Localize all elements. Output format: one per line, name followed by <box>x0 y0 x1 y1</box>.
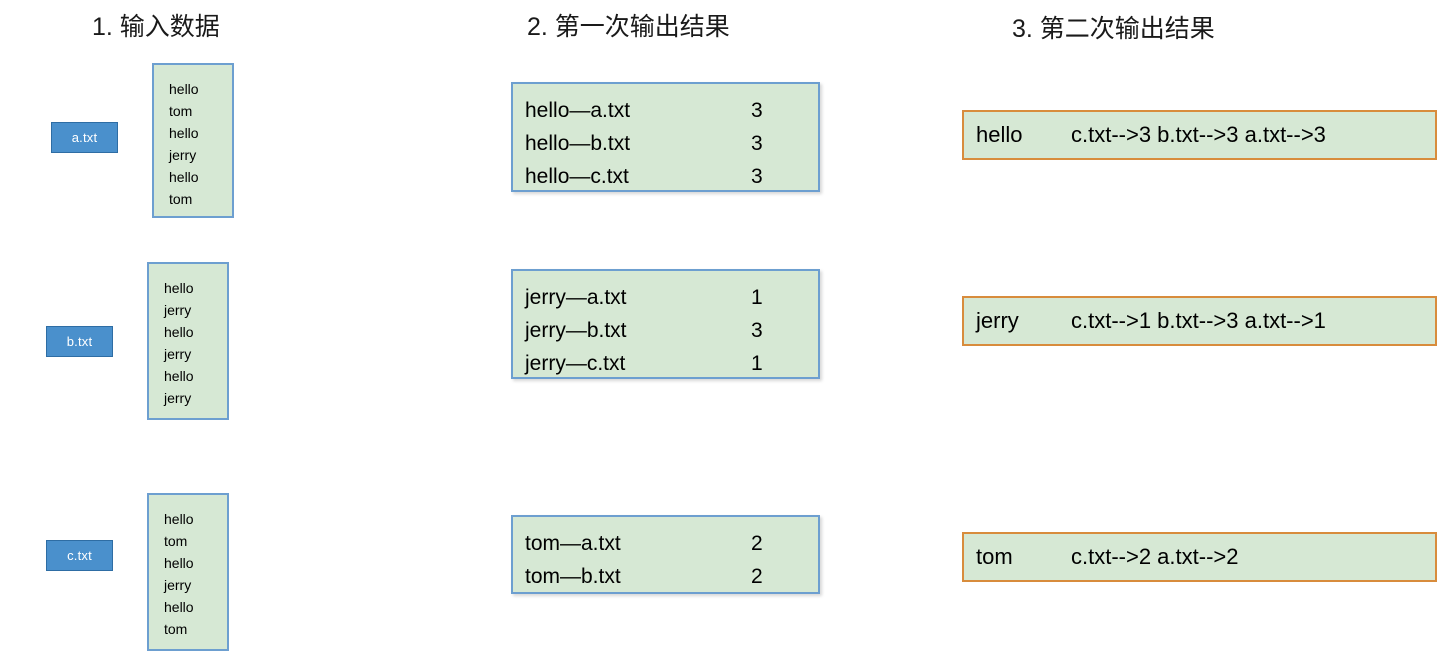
input-line: jerry <box>164 390 192 406</box>
first-output-group-jerry: jerry—a.txt 1 jerry—b.txt 3 jerry—c.txt … <box>511 269 820 379</box>
input-line: hello <box>169 81 199 97</box>
first-output-count: 3 <box>751 99 763 122</box>
second-output-word: jerry <box>976 308 1019 333</box>
input-line: tom <box>164 621 188 637</box>
first-output-key: tom—b.txt <box>525 565 621 588</box>
first-output-group-tom: tom—a.txt 2 tom—b.txt 2 <box>511 515 820 594</box>
column-title-input: 1. 输入数据 <box>92 13 220 41</box>
input-line: jerry <box>164 302 192 318</box>
first-output-key: jerry—a.txt <box>525 286 627 309</box>
input-line: hello <box>164 324 194 340</box>
input-line: hello <box>164 280 194 296</box>
second-output-word: hello <box>976 122 1023 147</box>
first-output-row: jerry—b.txt 3 <box>525 314 818 347</box>
second-output-detail: c.txt-->3 b.txt-->3 a.txt-->3 <box>1071 122 1326 147</box>
second-output-row-jerry: jerry c.txt-->1 b.txt-->3 a.txt-->1 <box>962 296 1437 346</box>
first-output-row: hello—a.txt 3 <box>525 94 818 127</box>
input-line: jerry <box>164 577 192 593</box>
first-output-key: hello—c.txt <box>525 165 629 188</box>
file-badge-a: a.txt <box>51 122 118 153</box>
first-output-row: jerry—c.txt 1 <box>525 347 818 380</box>
first-output-row: hello—b.txt 3 <box>525 127 818 160</box>
input-line: hello <box>164 555 194 571</box>
first-output-key: hello—b.txt <box>525 132 631 155</box>
first-output-count: 1 <box>751 286 763 309</box>
first-output-row: hello—c.txt 3 <box>525 160 818 193</box>
first-output-count: 3 <box>751 132 763 155</box>
first-output-count: 3 <box>751 165 763 188</box>
second-output-row-hello: hello c.txt-->3 b.txt-->3 a.txt-->3 <box>962 110 1437 160</box>
second-output-row-tom: tom c.txt-->2 a.txt-->2 <box>962 532 1437 582</box>
first-output-row: tom—b.txt 2 <box>525 560 818 593</box>
file-badge-b: b.txt <box>46 326 113 357</box>
first-output-row: tom—a.txt 2 <box>525 527 818 560</box>
first-output-key: tom—a.txt <box>525 532 621 555</box>
column-title-second-output: 3. 第二次输出结果 <box>1012 15 1215 43</box>
first-output-key: jerry—b.txt <box>525 319 627 342</box>
input-line: hello <box>164 368 194 384</box>
diagram-canvas: 1. 输入数据 2. 第一次输出结果 3. 第二次输出结果 a.txt b.tx… <box>0 0 1455 664</box>
input-line: tom <box>164 533 188 549</box>
input-line: hello <box>169 169 199 185</box>
first-output-count: 2 <box>751 565 763 588</box>
first-output-key: hello—a.txt <box>525 99 631 122</box>
first-output-count: 1 <box>751 352 763 375</box>
input-file-content-a: hello tom hello jerry hello tom <box>152 63 234 218</box>
input-line: jerry <box>164 346 192 362</box>
second-output-word: tom <box>976 544 1013 569</box>
first-output-count: 2 <box>751 532 763 555</box>
column-title-first-output: 2. 第一次输出结果 <box>527 13 730 41</box>
input-line: hello <box>169 125 199 141</box>
input-line: jerry <box>169 147 197 163</box>
second-output-detail: c.txt-->2 a.txt-->2 <box>1071 544 1239 569</box>
first-output-key: jerry—c.txt <box>525 352 626 375</box>
first-output-count: 3 <box>751 319 763 342</box>
input-file-content-b: hello jerry hello jerry hello jerry <box>147 262 229 420</box>
file-badge-c: c.txt <box>46 540 113 571</box>
input-line: tom <box>169 191 193 207</box>
first-output-row: jerry—a.txt 1 <box>525 281 818 314</box>
input-file-content-c: hello tom hello jerry hello tom <box>147 493 229 651</box>
input-line: hello <box>164 511 194 527</box>
first-output-group-hello: hello—a.txt 3 hello—b.txt 3 hello—c.txt … <box>511 82 820 192</box>
second-output-detail: c.txt-->1 b.txt-->3 a.txt-->1 <box>1071 308 1326 333</box>
input-line: tom <box>169 103 193 119</box>
input-line: hello <box>164 599 194 615</box>
